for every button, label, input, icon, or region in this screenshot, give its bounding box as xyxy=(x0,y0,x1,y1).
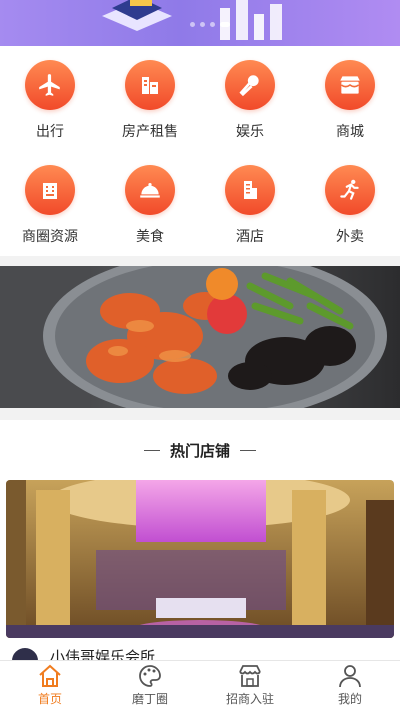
tab-merchant-join[interactable]: 招商入驻 xyxy=(200,661,300,710)
top-banner[interactable] xyxy=(0,0,400,46)
category-food[interactable]: 美食 xyxy=(100,159,200,264)
category-label: 出行 xyxy=(36,124,64,140)
tab-label: 招商入驻 xyxy=(225,692,274,706)
category-hotel[interactable]: 酒店 xyxy=(200,159,300,264)
category-business-district[interactable]: 商圈资源 xyxy=(0,159,100,264)
office-tower-icon xyxy=(25,165,75,215)
ktv-interior-illustration xyxy=(6,480,394,638)
category-real-estate[interactable]: 房产租售 xyxy=(100,54,200,159)
tab-circle[interactable]: 磨丁圈 xyxy=(100,661,200,710)
tab-home[interactable]: 首页 xyxy=(0,661,100,710)
food-cloche-icon xyxy=(125,165,175,215)
title-divider-left xyxy=(143,449,160,451)
home-icon xyxy=(39,664,61,687)
category-label: 美食 xyxy=(136,229,164,245)
food-promo-banner[interactable] xyxy=(0,266,400,408)
banner-illustration-blocks xyxy=(102,0,172,31)
building-icon xyxy=(125,60,175,110)
title-divider-right xyxy=(240,449,256,451)
hotel-icon xyxy=(225,165,275,215)
banner-illustration-buildings xyxy=(220,0,282,40)
category-label: 外卖 xyxy=(336,229,364,245)
tab-profile[interactable]: 我的 xyxy=(300,661,400,710)
category-label: 娱乐 xyxy=(236,124,264,140)
microphone-icon xyxy=(225,60,275,110)
tab-label: 我的 xyxy=(337,692,362,706)
shop-card-image[interactable] xyxy=(6,480,394,638)
bottom-tab-bar: 首页 磨丁圈 招商入驻 我的 xyxy=(0,660,400,710)
banner-dot[interactable] xyxy=(200,22,205,27)
palette-icon xyxy=(139,665,161,687)
food-plate-illustration xyxy=(0,266,387,408)
category-label: 酒店 xyxy=(236,229,264,245)
section-title: 热门店铺 xyxy=(169,441,230,460)
user-icon xyxy=(339,665,361,688)
airplane-icon xyxy=(25,60,75,110)
tab-label: 磨丁圈 xyxy=(131,692,168,706)
shop-icon xyxy=(239,665,261,687)
runner-icon xyxy=(325,165,375,215)
category-label: 商圈资源 xyxy=(22,229,78,245)
category-travel[interactable]: 出行 xyxy=(0,54,100,159)
banner-dot[interactable] xyxy=(190,22,195,27)
category-mall[interactable]: 商城 xyxy=(300,54,400,159)
hot-shops-section: 热门店铺 小伟哥娱乐会所 xyxy=(0,420,400,676)
category-entertainment[interactable]: 娱乐 xyxy=(200,54,300,159)
category-label: 商城 xyxy=(336,124,364,140)
storefront-icon xyxy=(325,60,375,110)
section-header: 热门店铺 xyxy=(0,420,400,480)
category-label: 房产租售 xyxy=(122,124,178,140)
category-takeout[interactable]: 外卖 xyxy=(300,159,400,264)
tab-label: 首页 xyxy=(37,692,62,706)
category-grid: 出行 房产租售 娱乐 商城 商圈资源 美食 酒店 外卖 xyxy=(0,46,400,256)
